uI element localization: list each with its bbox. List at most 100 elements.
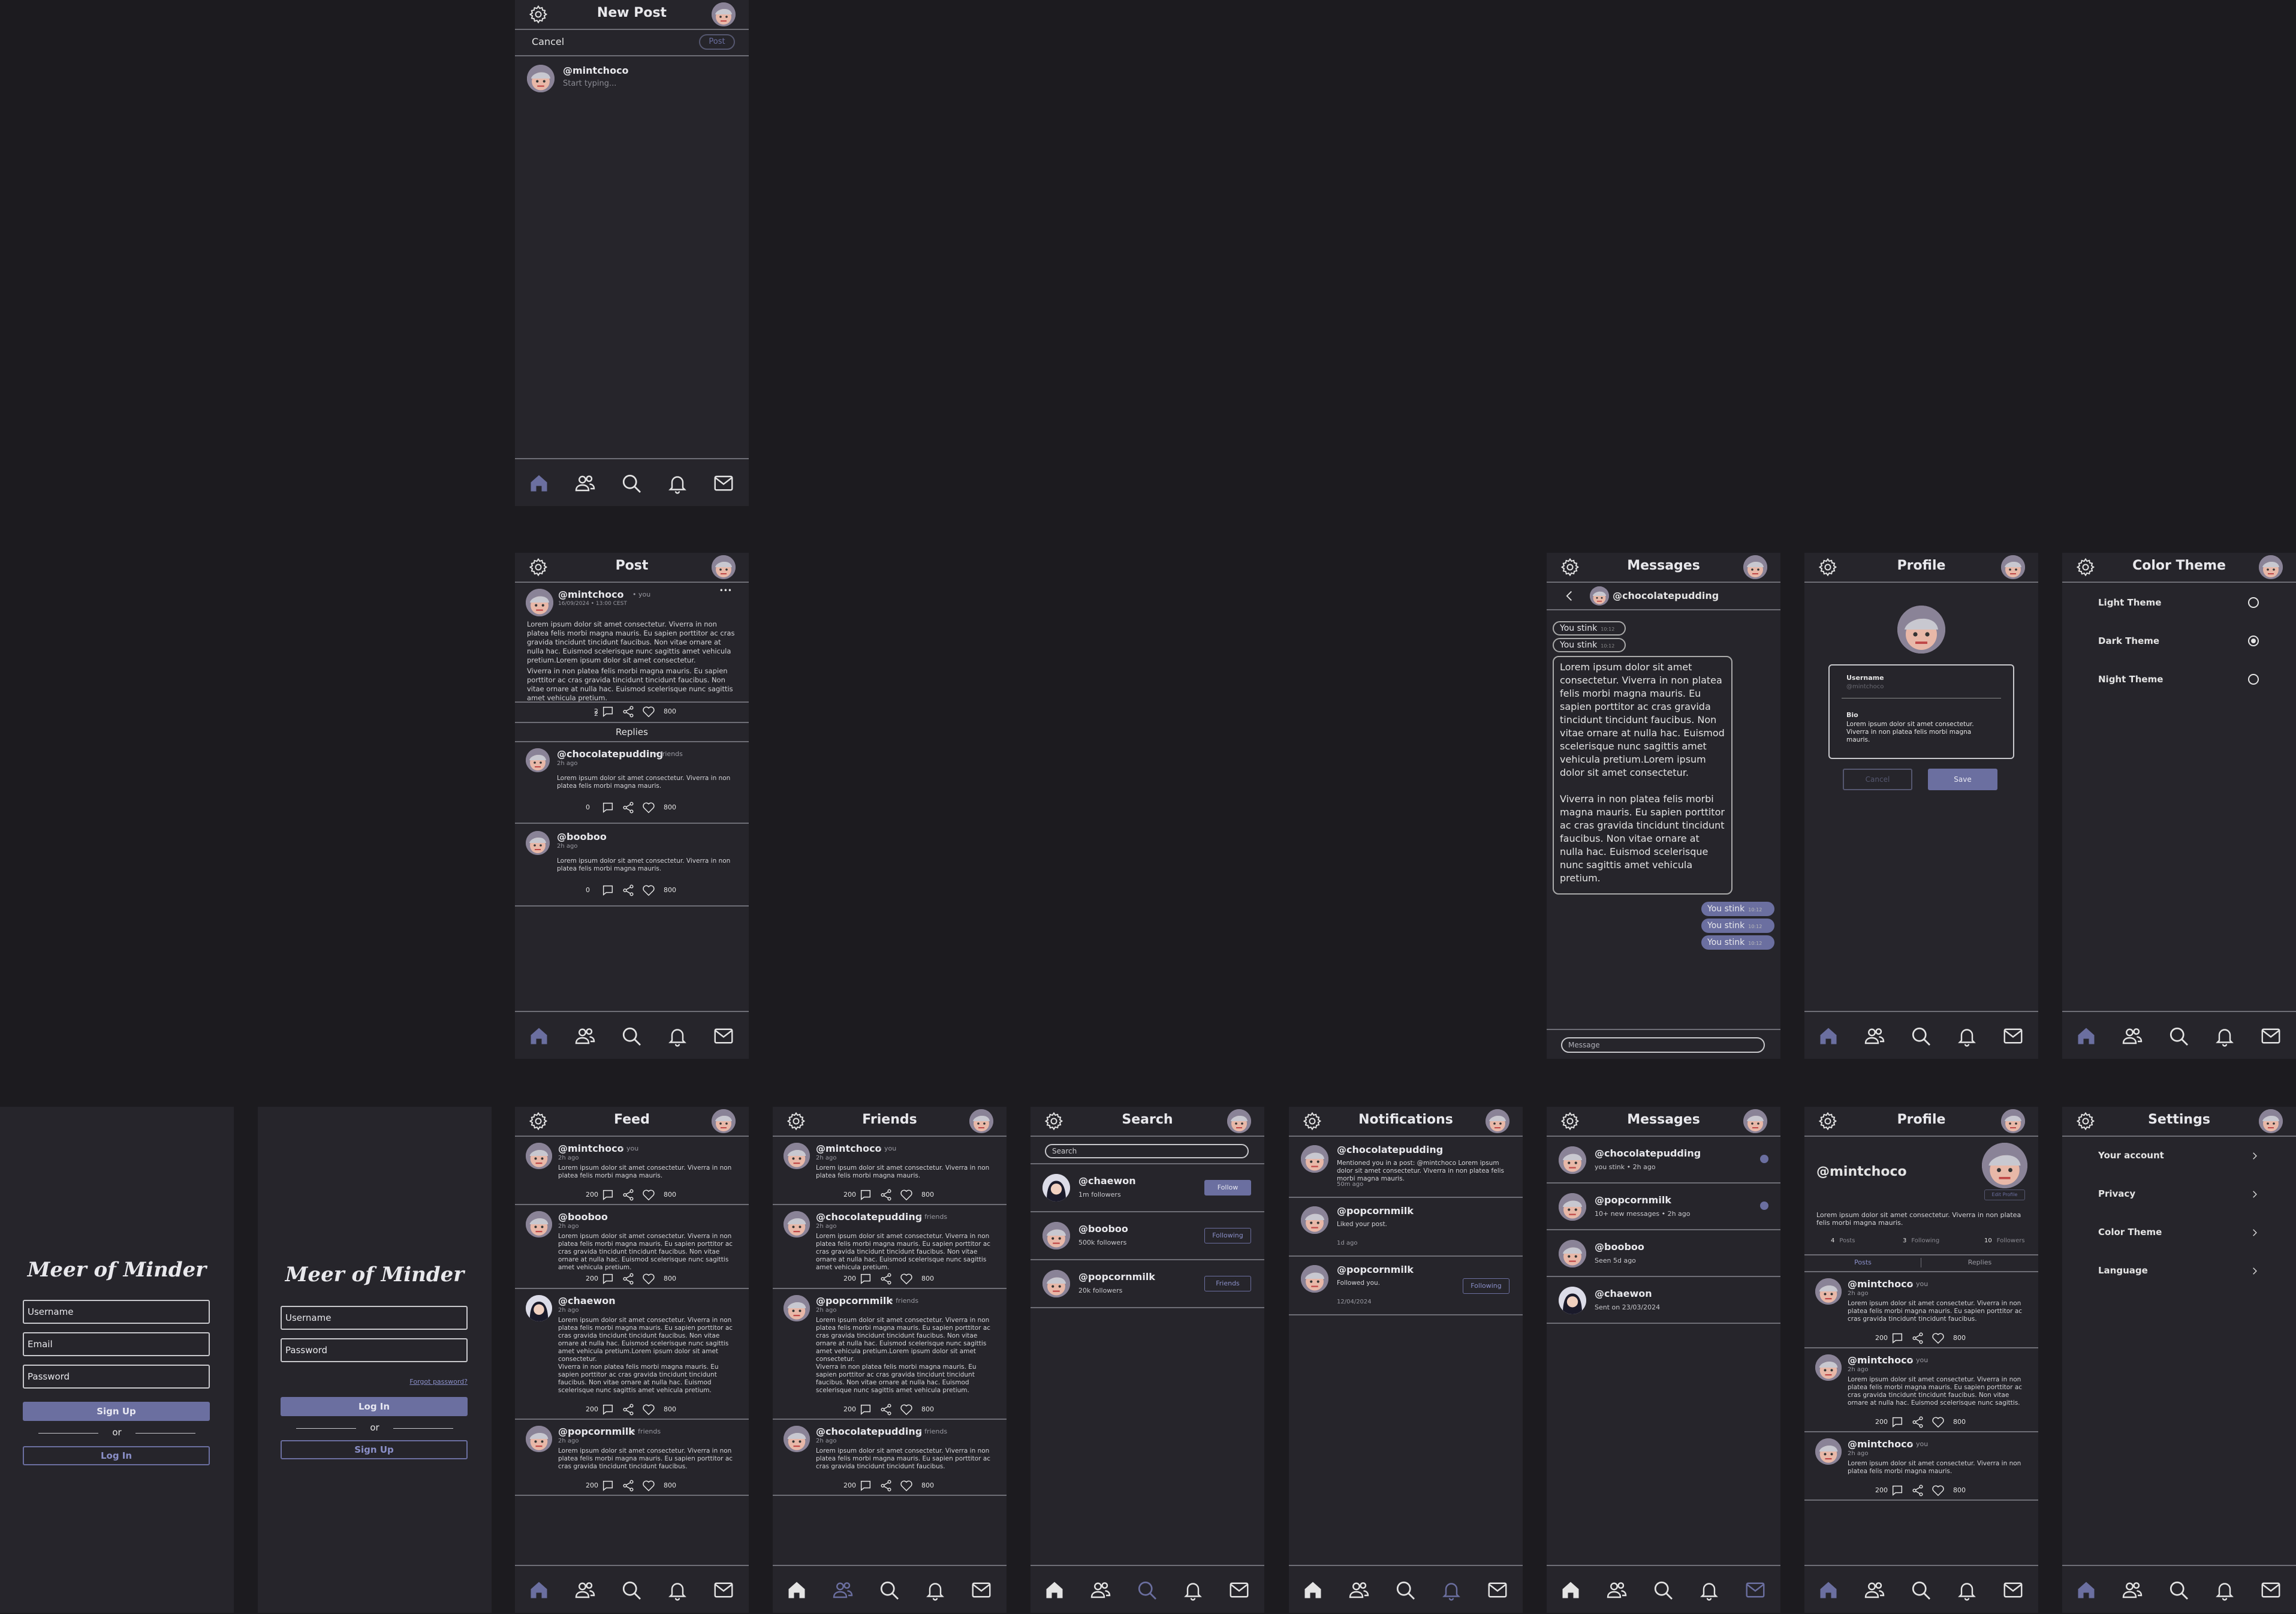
avatar[interactable]: [712, 2, 736, 26]
search-icon[interactable]: [1910, 1579, 1932, 1601]
radio-button[interactable]: [2248, 597, 2259, 608]
following-button[interactable]: Following: [1463, 1278, 1509, 1294]
avatar[interactable]: [1743, 1109, 1767, 1133]
heart-icon[interactable]: [642, 1188, 655, 1202]
settings-item[interactable]: Privacy: [2062, 1182, 2296, 1206]
heart-icon[interactable]: [642, 1272, 655, 1285]
friends-icon[interactable]: [1864, 1579, 1885, 1601]
avatar[interactable]: [712, 555, 736, 579]
search-input[interactable]: Search: [1045, 1144, 1249, 1158]
conversation-item[interactable]: @chaewon Sent on 23/03/2024: [1547, 1277, 1780, 1324]
heart-icon[interactable]: [642, 705, 655, 718]
avatar[interactable]: [1227, 1109, 1251, 1133]
search-result[interactable]: @booboo 500k followers Following: [1031, 1212, 1264, 1260]
notification-item[interactable]: @popcornmilk Liked your post. 1d ago: [1289, 1198, 1523, 1257]
post-button[interactable]: Post: [699, 34, 735, 50]
search-result[interactable]: @chaewon 1m followers Follow: [1031, 1164, 1264, 1212]
settings-item[interactable]: Color Theme: [2062, 1221, 2296, 1245]
post-username[interactable]: @mintchoco: [1848, 1278, 1914, 1290]
username-field[interactable]: Username: [23, 1300, 210, 1324]
mail-icon[interactable]: [2260, 1025, 2282, 1047]
post-username[interactable]: @booboo: [558, 1211, 608, 1222]
post-username[interactable]: @mintchoco: [558, 589, 624, 600]
username-input[interactable]: @mintchoco: [1846, 683, 1884, 690]
home-icon[interactable]: [2075, 1579, 2097, 1601]
comment-icon[interactable]: [1891, 1416, 1904, 1429]
theme-option[interactable]: Night Theme: [2062, 668, 2296, 692]
password-field[interactable]: Password: [23, 1365, 210, 1389]
comment-icon[interactable]: [859, 1188, 872, 1202]
edit-profile-button[interactable]: Edit Profile: [1984, 1190, 2025, 1200]
share-icon[interactable]: [622, 1188, 635, 1202]
bell-icon[interactable]: [1182, 1579, 1204, 1601]
reply-username[interactable]: @chocolatepudding: [557, 748, 663, 760]
conversation-username[interactable]: @chocolatepudding: [1595, 1148, 1701, 1159]
log-in-button[interactable]: Log In: [281, 1397, 468, 1416]
friends-icon[interactable]: [832, 1579, 854, 1601]
log-in-button[interactable]: Log In: [23, 1446, 210, 1465]
avatar[interactable]: [712, 1109, 736, 1133]
heart-icon[interactable]: [900, 1188, 913, 1202]
post-username[interactable]: @chocolatepudding: [816, 1211, 922, 1222]
notification-item[interactable]: @chocolatepudding Mentioned you in a post…: [1289, 1137, 1523, 1198]
comment-icon[interactable]: [1891, 1332, 1904, 1345]
share-icon[interactable]: [1911, 1332, 1924, 1345]
bio-input[interactable]: Lorem ipsum dolor sit amet consectetur. …: [1846, 721, 1990, 744]
mail-icon[interactable]: [971, 1579, 992, 1601]
conversation-username[interactable]: @chaewon: [1595, 1288, 1652, 1299]
bell-icon[interactable]: [1956, 1579, 1978, 1601]
follow-button[interactable]: Following: [1204, 1228, 1251, 1243]
save-button[interactable]: Save: [1928, 769, 1997, 790]
comment-icon[interactable]: [601, 1188, 614, 1202]
heart-icon[interactable]: [1932, 1332, 1945, 1345]
comment-icon[interactable]: [601, 1479, 614, 1492]
heart-icon[interactable]: [900, 1272, 913, 1285]
stat-followers[interactable]: 10 Followers: [1984, 1237, 2025, 1244]
reply-username[interactable]: @booboo: [557, 831, 607, 842]
sign-up-button[interactable]: Sign Up: [23, 1402, 210, 1421]
mail-icon[interactable]: [2002, 1025, 2024, 1047]
cancel-button[interactable]: Cancel: [532, 36, 564, 47]
post-menu-button[interactable]: •••: [719, 586, 732, 595]
search-icon[interactable]: [1652, 1579, 1674, 1601]
result-username[interactable]: @booboo: [1078, 1223, 1128, 1234]
comment-icon[interactable]: [601, 1272, 614, 1285]
post-username[interactable]: @mintchoco: [558, 1143, 624, 1154]
search-icon[interactable]: [620, 1025, 642, 1047]
password-field[interactable]: Password: [281, 1338, 468, 1362]
notification-username[interactable]: @popcornmilk: [1337, 1264, 1414, 1275]
post-username[interactable]: @mintchoco: [1848, 1354, 1914, 1366]
comment-icon[interactable]: [859, 1479, 872, 1492]
cancel-button[interactable]: Cancel: [1843, 769, 1912, 790]
home-icon[interactable]: [1302, 1579, 1324, 1601]
comment-icon[interactable]: [1891, 1484, 1904, 1497]
heart-icon[interactable]: [1932, 1484, 1945, 1497]
comment-icon[interactable]: [601, 1403, 614, 1416]
avatar[interactable]: [2259, 555, 2283, 579]
avatar[interactable]: [2001, 1109, 2025, 1133]
heart-icon[interactable]: [1932, 1416, 1945, 1429]
avatar[interactable]: [2259, 1109, 2283, 1133]
heart-icon[interactable]: [642, 884, 655, 897]
conversation-item[interactable]: @popcornmilk 10+ new messages • 2h ago: [1547, 1184, 1780, 1230]
bell-icon[interactable]: [1698, 1579, 1720, 1601]
heart-icon[interactable]: [642, 1479, 655, 1492]
email-field[interactable]: Email: [23, 1332, 210, 1356]
share-icon[interactable]: [879, 1403, 893, 1416]
mail-icon[interactable]: [713, 1579, 734, 1601]
search-icon[interactable]: [1394, 1579, 1416, 1601]
heart-icon[interactable]: [642, 1403, 655, 1416]
stat-posts[interactable]: 4 Posts: [1831, 1237, 1855, 1244]
bell-icon[interactable]: [2214, 1579, 2235, 1601]
home-icon[interactable]: [528, 472, 550, 494]
home-icon[interactable]: [528, 1579, 550, 1601]
heart-icon[interactable]: [900, 1403, 913, 1416]
mail-icon[interactable]: [1487, 1579, 1508, 1601]
bell-icon[interactable]: [667, 472, 688, 494]
heart-icon[interactable]: [642, 801, 655, 814]
search-icon[interactable]: [2168, 1579, 2189, 1601]
radio-button[interactable]: [2248, 636, 2259, 646]
sign-up-button[interactable]: Sign Up: [281, 1440, 468, 1459]
theme-option[interactable]: Light Theme: [2062, 591, 2296, 615]
post-username[interactable]: @popcornmilk: [558, 1426, 635, 1437]
